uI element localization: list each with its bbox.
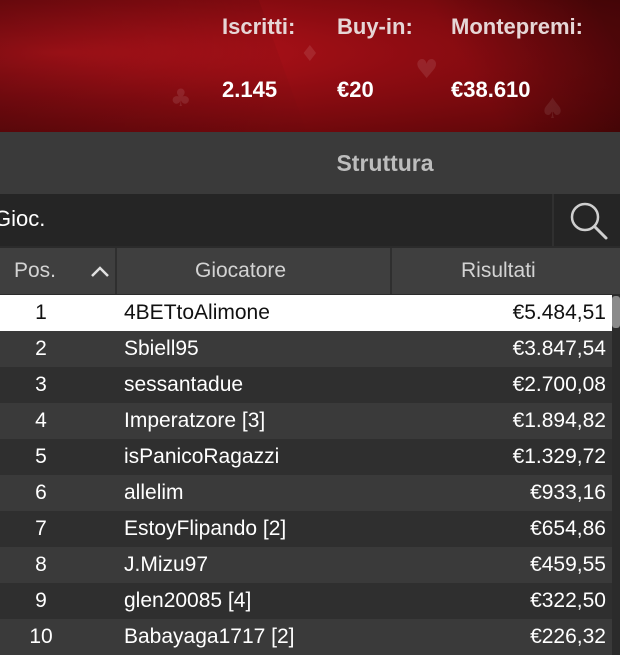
row-player-name: J.Mizu97	[124, 553, 209, 576]
heart-decoration-icon: ♥	[415, 55, 439, 85]
scrollbar-thumb[interactable]	[612, 296, 620, 328]
row-result: €1.894,82	[512, 409, 606, 432]
search-divider	[552, 194, 554, 246]
prizepool-value: €38.610	[451, 77, 531, 102]
row-player-name: EstoyFlipando [2]	[124, 517, 287, 540]
table-header: Pos. Giocatore Risultati	[0, 248, 620, 294]
buyin-value: €20	[337, 77, 374, 102]
row-result: €1.329,72	[512, 445, 606, 468]
table-row[interactable]: 4 Imperatzore [3] €1.894,82	[0, 403, 612, 439]
table-row[interactable]: 7 EstoyFlipando [2] €654,86	[0, 511, 612, 547]
tab-bar: Struttura	[0, 132, 620, 194]
tournament-banner: ♥ ♣ ♦ ♠ Iscritti: 2.145 Buy-in: €20 Mont…	[0, 0, 620, 132]
row-result: €322,50	[530, 589, 606, 612]
row-position: 3	[35, 373, 47, 396]
row-player-name: glen20085 [4]	[124, 589, 252, 612]
spade-decoration-icon: ♠	[540, 92, 566, 125]
row-result: €2.700,08	[512, 373, 606, 396]
search-input[interactable]: Gioc.	[0, 194, 546, 246]
table-row[interactable]: 3 sessantadue €2.700,08	[0, 367, 612, 403]
scrollbar-track[interactable]	[612, 295, 620, 650]
table-row[interactable]: 8 J.Mizu97 €459,55	[0, 547, 612, 583]
row-result: €459,55	[530, 553, 606, 576]
row-player-name: Sbiell95	[124, 337, 199, 360]
buyin-label: Buy-in:	[337, 14, 413, 39]
diamond-decoration-icon: ♦	[300, 42, 320, 67]
prizepool-label: Montepremi:	[451, 14, 583, 39]
row-position: 9	[35, 589, 47, 612]
chevron-up-icon[interactable]	[88, 248, 112, 294]
row-position: 7	[35, 517, 47, 540]
row-position: 8	[35, 553, 47, 576]
column-header-pos[interactable]: Pos.	[14, 248, 56, 294]
row-player-name: isPanicoRagazzi	[124, 445, 280, 468]
column-divider	[115, 248, 117, 294]
row-result: €654,86	[530, 517, 606, 540]
table-row[interactable]: 6 allelim €933,16	[0, 475, 612, 511]
row-position: 5	[35, 445, 47, 468]
tab-struttura[interactable]: Struttura	[0, 150, 620, 177]
table-row[interactable]: 1 4BETtoAlimone €5.484,51	[0, 295, 612, 331]
results-table-body: 1 4BETtoAlimone €5.484,51 2 Sbiell95 €3.847,5…	[0, 295, 612, 655]
entrants-label: Iscritti:	[222, 14, 296, 39]
row-result: €933,16	[530, 481, 606, 504]
row-position: 1	[35, 301, 47, 324]
table-row[interactable]: 2 Sbiell95 €3.847,54	[0, 331, 612, 367]
table-row[interactable]: 5 isPanicoRagazzi €1.329,72	[0, 439, 612, 475]
row-position: 6	[35, 481, 47, 504]
club-decoration-icon: ♣	[170, 84, 192, 112]
row-player-name: sessantadue	[124, 373, 244, 396]
row-result: €3.847,54	[512, 337, 606, 360]
entrants-value: 2.145	[222, 77, 278, 102]
column-header-result[interactable]: Risultati	[461, 248, 536, 294]
search-icon[interactable]	[566, 198, 610, 242]
row-result: €5.484,51	[512, 301, 606, 324]
row-player-name: Imperatzore [3]	[124, 409, 266, 432]
search-bar: Gioc.	[0, 194, 620, 246]
row-player-name: 4BETtoAlimone	[124, 301, 270, 324]
table-row[interactable]: 9 glen20085 [4] €322,50	[0, 583, 612, 619]
row-position: 4	[35, 409, 47, 432]
column-divider	[390, 248, 392, 294]
column-header-player[interactable]: Giocatore	[195, 248, 286, 294]
row-player-name: allelim	[124, 481, 184, 504]
row-position: 2	[35, 337, 47, 360]
